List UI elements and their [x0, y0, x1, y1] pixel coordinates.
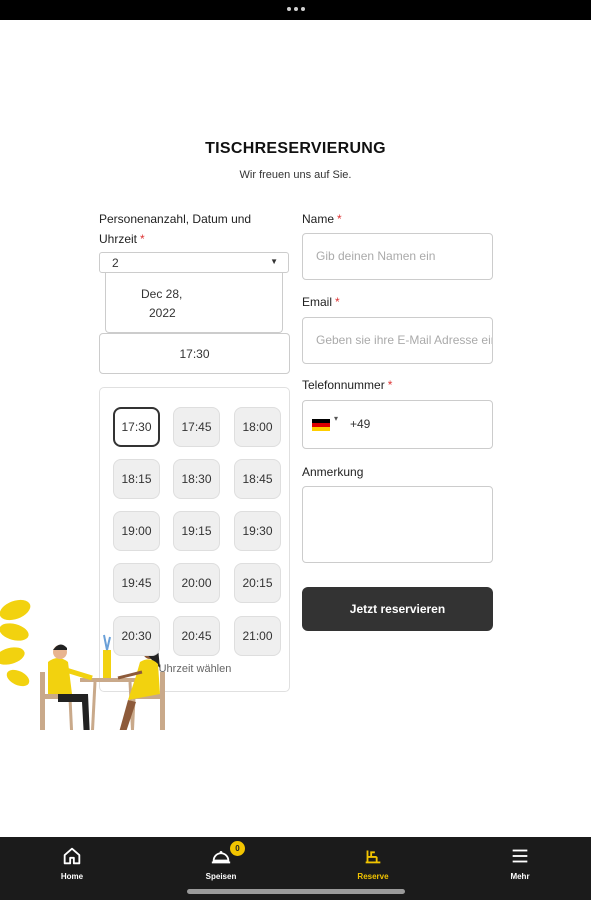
time-slot-button[interactable]: 18:45 — [234, 459, 281, 499]
name-input[interactable]: Gib deinen Namen ein — [302, 233, 493, 280]
date-picker[interactable]: Dec 28, 2022 — [105, 273, 283, 333]
time-slot-button[interactable]: 20:45 — [173, 616, 220, 656]
multitask-dots[interactable] — [287, 7, 305, 11]
woman-figure — [117, 643, 165, 730]
date-line-1: Dec 28, — [141, 287, 183, 301]
caret-down-icon: ▼ — [270, 257, 278, 266]
chevron-down-icon[interactable]: ▾ — [334, 414, 338, 423]
persons-value: 2 — [112, 256, 119, 270]
time-slot-button[interactable]: 18:15 — [113, 459, 160, 499]
phone-country-code: +49 — [350, 417, 371, 431]
dining-couple-illustration — [0, 599, 165, 730]
persons-select[interactable]: 2 ▼ — [99, 252, 289, 273]
time-slot-button[interactable]: 18:00 — [234, 407, 281, 447]
status-bar — [0, 0, 591, 20]
name-label: Name * — [302, 212, 342, 226]
cloche-icon — [211, 850, 231, 864]
required-mark: * — [140, 232, 145, 246]
nav-home-label: Home — [60, 872, 84, 881]
time-slot-button[interactable]: 17:45 — [173, 407, 220, 447]
reserve-icon — [365, 850, 381, 864]
time-slot-button[interactable]: 19:45 — [113, 563, 160, 603]
nav-home[interactable]: Home — [27, 845, 117, 881]
reservation-page: TISCHRESERVIERUNG Wir freuen uns auf Sie… — [0, 20, 591, 837]
date-line-2: 2022 — [149, 306, 176, 320]
nav-mehr-label: Mehr — [510, 872, 530, 881]
time-slot-button[interactable]: 20:15 — [234, 563, 281, 603]
persons-date-time-label: Personenanzahl, Datum und Uhrzeit * — [99, 212, 252, 246]
note-textarea[interactable] — [302, 486, 493, 563]
nav-reserve-label: Reserve — [357, 872, 389, 881]
page-title: TISCHRESERVIERUNG — [205, 140, 386, 157]
cart-count-badge: 0 — [230, 841, 245, 856]
time-slot-button[interactable]: 17:30 — [113, 407, 160, 447]
submit-reservation-button[interactable]: Jetzt reservieren — [302, 587, 493, 631]
phone-label: Telefonnummer * — [302, 378, 393, 392]
time-slot-button[interactable]: 20:30 — [113, 616, 160, 656]
time-slot-button[interactable]: 20:00 — [173, 563, 220, 603]
time-slot-button[interactable]: 19:00 — [113, 511, 160, 551]
man-figure — [40, 644, 93, 730]
time-slot-button[interactable]: 19:15 — [173, 511, 220, 551]
germany-flag-icon[interactable] — [312, 419, 330, 431]
time-slot-button[interactable]: 21:00 — [234, 616, 281, 656]
email-input[interactable]: Geben sie ihre E-Mail Adresse ein — [302, 317, 493, 364]
menu-icon — [512, 849, 528, 863]
time-slot-button[interactable]: 18:30 — [173, 459, 220, 499]
leaf-decoration — [0, 599, 31, 687]
nav-speisen-label: Speisen — [205, 872, 237, 881]
phone-input[interactable]: ▾ +49 — [302, 400, 493, 449]
email-label: Email * — [302, 295, 340, 309]
nav-reserve[interactable]: Reserve — [328, 845, 418, 881]
home-indicator[interactable] — [187, 889, 405, 894]
page-subtitle: Wir freuen uns auf Sie. — [239, 169, 352, 181]
nav-speisen[interactable]: Speisen — [176, 845, 266, 881]
note-label: Anmerkung — [302, 465, 364, 479]
home-icon — [63, 847, 81, 865]
nav-mehr[interactable]: Mehr — [475, 845, 565, 881]
selected-time-field[interactable]: 17:30 — [99, 333, 290, 374]
time-slot-button[interactable]: 19:30 — [234, 511, 281, 551]
